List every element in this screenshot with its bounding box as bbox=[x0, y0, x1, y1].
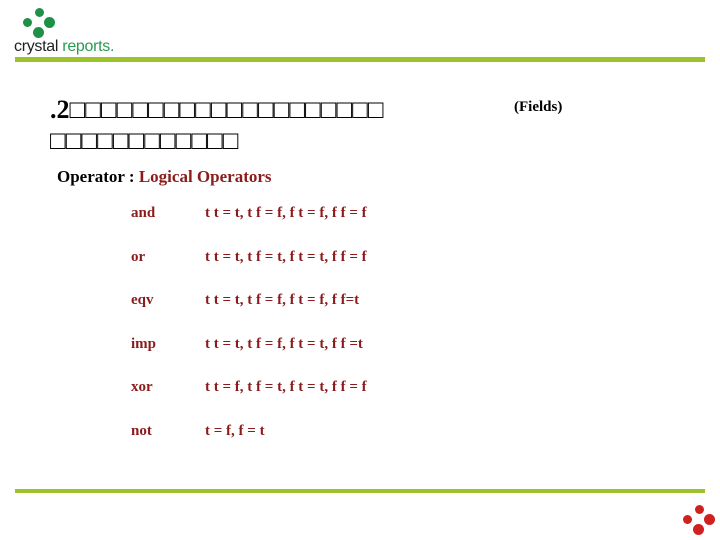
brand-wordmark: crystal reports. bbox=[14, 38, 114, 56]
operator-values-or: t t = t, t f = t, f t = t, f f = f bbox=[205, 248, 367, 265]
brand-word-reports: reports. bbox=[58, 38, 115, 55]
operator-heading-value: Logical Operators bbox=[138, 167, 272, 186]
header-divider-rule bbox=[15, 57, 705, 62]
logo-dot-west bbox=[23, 18, 32, 27]
slide-header: crystal reports. bbox=[0, 0, 720, 64]
logo-dot-north bbox=[35, 8, 44, 17]
operator-heading: Operator : Logical Operators bbox=[57, 167, 272, 187]
slide-title: .2□□□□□□□□□□□□□□□□□□□□ (Fields) □□□□□□□□… bbox=[50, 94, 710, 156]
table-row: eqv t t = t, t f = f, f t = f, f f=t bbox=[131, 292, 611, 336]
operator-values-xor: t t = f, t f = t, f t = t, f f = f bbox=[205, 379, 367, 395]
table-row: xor t t = f, t f = t, f t = t, f f = f bbox=[131, 379, 611, 423]
crystal-reports-logo: crystal reports. bbox=[14, 6, 126, 58]
footer-dot-cluster bbox=[680, 505, 720, 535]
table-row: imp t t = t, t f = f, f t = t, f f =t bbox=[131, 336, 611, 380]
operator-name-not: not bbox=[131, 422, 152, 439]
page-title-line-1: .2□□□□□□□□□□□□□□□□□□□□ (Fields) bbox=[50, 94, 710, 125]
operator-name-and: and bbox=[131, 205, 156, 221]
operator-name-or: or bbox=[131, 248, 146, 265]
operator-values-not: t = f, f = t bbox=[205, 422, 265, 439]
operator-values-and: t t = t, t f = f, f t = f, f f = f bbox=[205, 205, 367, 221]
footer-dot-north bbox=[695, 505, 704, 514]
footer-dot-east bbox=[704, 514, 715, 525]
logo-dot-south bbox=[33, 27, 44, 38]
crystal-diamond-dots-icon bbox=[20, 8, 60, 38]
footer-dot-west bbox=[683, 515, 692, 524]
page-title-fields-annotation: (Fields) bbox=[514, 99, 563, 115]
footer-crystal-diamond-dots-icon bbox=[674, 503, 715, 535]
table-row: and t t = t, t f = f, f t = f, f f = f bbox=[131, 205, 611, 249]
page-title-line-1-text: .2□□□□□□□□□□□□□□□□□□□□ bbox=[50, 95, 384, 124]
footer-divider-rule bbox=[15, 489, 705, 493]
footer-dot-south bbox=[693, 524, 704, 535]
table-row: or t t = t, t f = t, f t = t, f f = f bbox=[131, 249, 611, 293]
page-title-line-2: □□□□□□□□□□□□ bbox=[50, 126, 239, 155]
logical-operators-table: and t t = t, t f = f, f t = f, f f = f o… bbox=[131, 205, 611, 466]
logo-dot-east bbox=[44, 17, 55, 28]
operator-name-eqv: eqv bbox=[131, 292, 154, 308]
operator-name-imp: imp bbox=[131, 335, 157, 352]
operator-name-xor: xor bbox=[131, 379, 153, 395]
brand-word-crystal: crystal bbox=[14, 38, 59, 55]
operator-values-eqv: t t = t, t f = f, f t = f, f f=t bbox=[205, 292, 360, 308]
table-row: not t = f, f = t bbox=[131, 423, 611, 467]
operator-values-imp: t t = t, t f = f, f t = t, f f =t bbox=[205, 335, 363, 352]
operator-heading-label: Operator : bbox=[57, 167, 139, 186]
